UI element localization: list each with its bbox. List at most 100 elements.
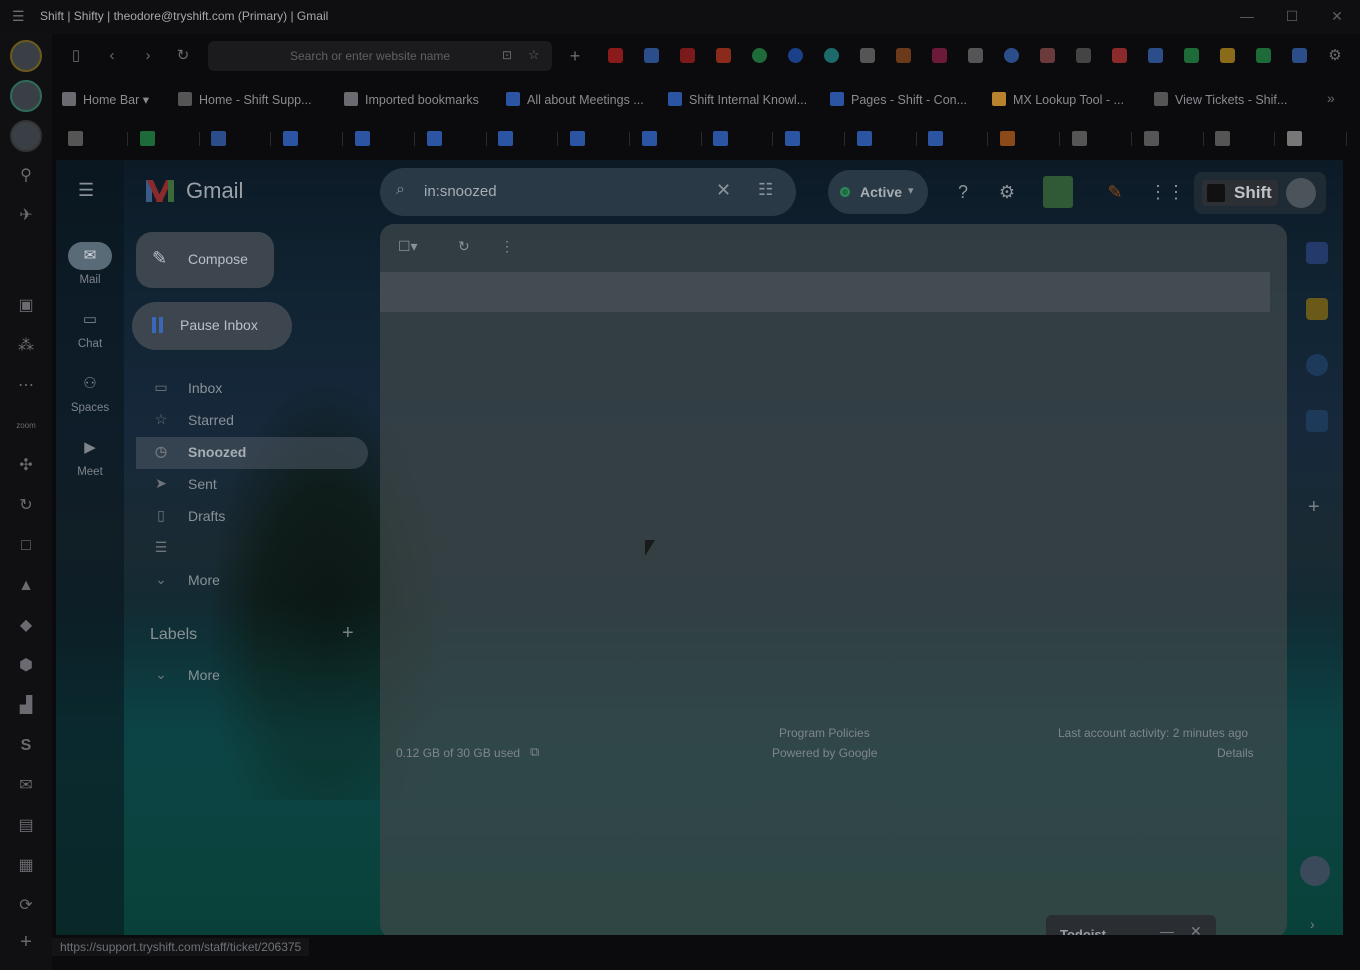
people-icon[interactable]: ⁂ (14, 334, 38, 358)
forward-icon[interactable]: › (138, 46, 158, 66)
add-label-icon[interactable]: + (342, 622, 354, 645)
browser-tab[interactable] (1279, 126, 1347, 152)
pocket-icon[interactable]: ⬢ (14, 654, 38, 678)
mini-nav-chat[interactable]: ▭ Chat (68, 306, 112, 350)
gmail-extension-icon[interactable] (1112, 48, 1127, 63)
extension-icon[interactable] (1148, 48, 1163, 63)
help-icon[interactable]: ? (951, 180, 975, 204)
avatar[interactable] (1286, 178, 1316, 208)
folder-sent[interactable]: ➤ Sent (136, 469, 368, 501)
browser-tab[interactable] (777, 126, 845, 152)
settings-icon[interactable]: ⚙ (1325, 46, 1345, 66)
bookmark-item[interactable]: All about Meetings ... (506, 92, 644, 107)
expand-panel-icon[interactable]: › (1310, 916, 1315, 932)
addon-free-icon[interactable] (1043, 176, 1073, 208)
menu-icon[interactable]: ☰ (12, 8, 25, 25)
bookmark-item[interactable]: Imported bookmarks (344, 92, 479, 107)
browser-tab[interactable] (203, 126, 272, 152)
mini-nav-spaces[interactable]: ⚇ Spaces (68, 370, 112, 414)
account-avatar-3[interactable] (10, 120, 42, 152)
details-link[interactable]: Details (1217, 746, 1254, 760)
s-icon[interactable]: S (14, 734, 38, 758)
diamond-icon[interactable]: ◆ (14, 614, 38, 638)
external-link-icon[interactable]: ⧉ (530, 744, 539, 760)
extension-icon[interactable] (1256, 48, 1271, 63)
folder-more-item[interactable]: ☰ (136, 533, 368, 565)
browser-tab[interactable] (1207, 126, 1276, 152)
gmail-logo[interactable]: Gmail (146, 178, 243, 204)
browser-tab[interactable] (705, 126, 774, 152)
browser-tab[interactable] (419, 126, 487, 152)
rocket-icon[interactable]: ✈ (14, 204, 38, 228)
addon-icon[interactable]: ✎ (1103, 180, 1127, 204)
search-options-icon[interactable]: ☷ (758, 180, 773, 200)
pause-inbox-button[interactable]: Pause Inbox (132, 302, 292, 350)
browser-tab[interactable] (562, 126, 630, 152)
address-bar[interactable]: Search or enter website name ⊡ ☆ (208, 41, 552, 71)
minimize-icon[interactable]: — (1160, 923, 1174, 935)
sheet-icon[interactable]: ▦ (14, 854, 38, 878)
browser-tab[interactable] (1136, 126, 1204, 152)
drive-icon[interactable]: ▲ (14, 574, 38, 598)
doc-icon[interactable]: ▤ (14, 814, 38, 838)
main-menu-icon[interactable]: ☰ (78, 180, 94, 201)
browser-tab[interactable] (132, 126, 200, 152)
extension-icon[interactable] (608, 48, 623, 63)
browser-tab[interactable] (347, 126, 415, 152)
extension-icon[interactable] (860, 48, 875, 63)
extension-icon[interactable] (1040, 48, 1055, 63)
maximize-icon[interactable]: ☐ (1281, 6, 1303, 26)
extension-icon[interactable] (1076, 48, 1091, 63)
chart-icon[interactable]: ▟ (14, 694, 38, 718)
settings-icon[interactable]: ⚙ (995, 180, 1019, 204)
bookmark-item[interactable]: Shift Internal Knowl... (668, 92, 807, 107)
folder-starred[interactable]: ☆ Starred (136, 405, 368, 437)
refresh-icon[interactable]: ↻ (458, 238, 470, 255)
compose-button[interactable]: ✎ Compose (136, 232, 274, 288)
close-icon[interactable]: ✕ (1190, 923, 1202, 935)
star-icon[interactable]: ☆ (528, 47, 540, 63)
calendar-icon[interactable] (1306, 242, 1328, 264)
sidebar-toggle-icon[interactable]: ▯ (66, 46, 86, 66)
back-icon[interactable]: ‹ (102, 46, 122, 66)
browser-tab[interactable] (1064, 126, 1132, 152)
browser-tab[interactable] (992, 126, 1061, 152)
assistant-icon[interactable] (1300, 856, 1330, 886)
browser-tab[interactable] (849, 126, 917, 152)
browser-tab[interactable] (490, 126, 559, 152)
extension-icon[interactable] (1292, 48, 1307, 63)
browser-tab[interactable] (275, 126, 344, 152)
reload-icon[interactable]: ↻ (173, 46, 193, 66)
extension-icon[interactable] (824, 48, 839, 63)
extension-icon[interactable] (644, 48, 659, 63)
extension-icon[interactable] (680, 48, 695, 63)
program-policies-link[interactable]: Program Policies (779, 726, 870, 740)
select-checkbox[interactable]: ☐▾ (398, 238, 418, 255)
bookmark-item[interactable]: Pages - Shift - Con... (830, 92, 967, 107)
shift-account-button[interactable]: Shift (1194, 172, 1326, 214)
close-icon[interactable]: ✕ (1326, 6, 1348, 26)
bookmark-item[interactable]: View Tickets - Shif... (1154, 92, 1287, 107)
folder-snoozed[interactable]: ◷ Snoozed (136, 437, 368, 469)
search-bar[interactable]: ⌕ in:snoozed ✕ ☷ (380, 168, 796, 216)
extension-icon[interactable] (932, 48, 947, 63)
bookmark-item[interactable]: MX Lookup Tool - ... (992, 92, 1124, 107)
folder-drafts[interactable]: ▯ Drafts (136, 501, 368, 533)
extension-icon[interactable] (968, 48, 983, 63)
folder-more[interactable]: ⌄ More (136, 565, 368, 597)
slack-icon[interactable]: ✣ (14, 454, 38, 478)
extension-icon[interactable] (1004, 48, 1019, 63)
todoist-widget[interactable]: Todoist — ✕ (1046, 915, 1216, 935)
bookmark-item[interactable]: Home - Shift Supp... (178, 92, 312, 107)
add-app-icon[interactable]: + (14, 930, 38, 954)
drive-extension-icon[interactable] (1184, 48, 1199, 63)
new-tab-icon[interactable]: + (565, 46, 585, 66)
apps-grid-icon[interactable]: ⋮⋮ (1149, 180, 1185, 204)
extension-icon[interactable] (788, 48, 803, 63)
extension-icon[interactable] (752, 48, 767, 63)
extension-icon[interactable] (1220, 48, 1235, 63)
more-apps-icon[interactable]: ⋯ (14, 374, 38, 398)
mail-app-icon[interactable]: ✉ (14, 774, 38, 798)
square-icon[interactable]: □ (14, 534, 38, 558)
clear-search-icon[interactable]: ✕ (716, 180, 731, 201)
